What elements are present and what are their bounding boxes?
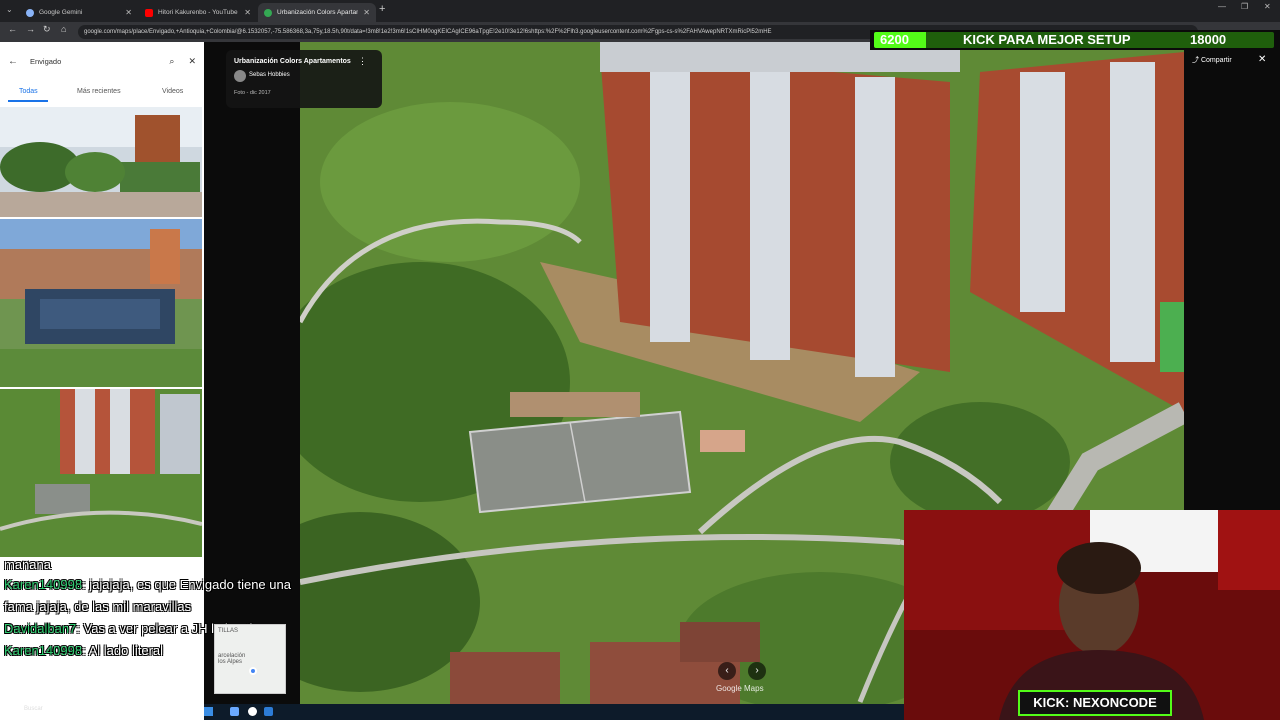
share-button[interactable]: ⤴ Compartir [1192,55,1232,65]
tab-title: Google Gemini [39,9,83,16]
reload-icon[interactable]: ↻ [43,24,51,35]
thumbnail-colors-apartments[interactable] [0,389,202,557]
photo-title: Urbanización Colors Apartamentos [234,58,351,65]
more-options-icon[interactable]: ⋮ [358,56,367,67]
photo-author[interactable]: Sebas Hobbies [249,72,290,78]
maps-icon [264,8,272,17]
chat-user: Karen140998 [4,643,83,658]
forward-icon[interactable]: → [26,24,35,34]
photo-date: Foto - dic 2017 [234,90,271,96]
thumbnail-plaza[interactable] [0,107,202,217]
youtube-icon [145,8,153,17]
minimap[interactable]: TILLAS arcelación los Alpes [214,624,286,694]
photo-right-margin [1184,42,1280,510]
author-avatar [234,70,246,82]
chat-text: : Al lado literal [82,643,164,658]
next-photo-button[interactable]: › [748,662,766,680]
location-marker-icon [249,667,257,675]
gemini-icon [26,8,34,17]
chat-text: mañana [4,560,51,572]
chat-message: Karen140998: jajajaja, es que Envigado t… [4,574,304,618]
app-icon[interactable] [264,707,273,716]
goal-current: 6200 [880,32,909,47]
close-icon[interactable]: ✕ [188,56,196,67]
minimap-label: arcelación [218,653,246,659]
maps-watermark: Google Maps [716,684,764,693]
start-icon[interactable] [204,707,213,716]
restore-icon[interactable]: ❐ [1241,2,1248,11]
photo-info-card: Urbanización Colors Apartamentos ⋮ Sebas… [226,50,382,108]
search-icon[interactable]: ⌕ [169,56,174,67]
app-icon[interactable] [230,707,239,716]
close-photo-icon[interactable]: ✕ [1258,54,1266,65]
tab-title: Hitori Kakurenbo - YouTube [158,9,238,16]
share-label: Compartir [1200,57,1232,64]
tab-title: Urbanización Colors Apartamentos [277,9,358,16]
taskbar [204,704,904,720]
tab-mas-recientes[interactable]: Más recientes [77,88,121,95]
search-input[interactable]: Envigado [30,57,169,66]
goal-target: 18000 [1190,32,1227,47]
active-tab-indicator [8,100,48,102]
tab-youtube[interactable]: Hitori Kakurenbo - YouTube ✕ [139,3,257,22]
back-arrow-icon[interactable]: ← [8,56,18,67]
search-box[interactable]: ← Envigado ⌕ ✕ [8,50,196,72]
chat-user: Davidalban7 [4,621,77,636]
chat-message: mañana [4,560,304,574]
close-tab-icon[interactable]: ✕ [363,8,370,17]
webcam-feed [904,510,1280,720]
minimize-icon[interactable]: — [1218,2,1226,11]
taskbar-search[interactable]: Buscar [24,706,43,712]
kick-goal-banner: 6200 KICK PARA MEJOR SETUP 18000 [870,30,1280,50]
minimap-label: los Alpes [218,659,243,665]
webcam-kick-badge: KICK: NEXONCODE [1018,690,1172,716]
share-icon: ⤴ [1192,57,1201,64]
tab-maps[interactable]: Urbanización Colors Apartamentos ✕ [258,3,376,22]
tab-list-icon[interactable]: ⌄ [6,5,13,14]
thumbnail-aerial-city[interactable] [0,219,202,387]
tab-videos[interactable]: Videos [162,88,183,95]
minimap-label: TILLAS [218,628,239,634]
close-window-icon[interactable]: ✕ [1264,2,1271,11]
tab-gemini[interactable]: Google Gemini ✕ [20,3,138,22]
home-icon[interactable]: ⌂ [61,24,66,34]
close-tab-icon[interactable]: ✕ [244,8,251,17]
prev-photo-button[interactable]: ‹ [718,662,736,680]
chrome-icon[interactable] [248,707,257,716]
new-tab-button[interactable]: + [379,3,385,15]
goal-text: KICK PARA MEJOR SETUP [963,32,1131,47]
tab-todas[interactable]: Todas [19,88,38,95]
chat-user: Karen140998 [4,577,83,592]
back-icon[interactable]: ← [8,24,17,34]
close-tab-icon[interactable]: ✕ [125,8,132,17]
